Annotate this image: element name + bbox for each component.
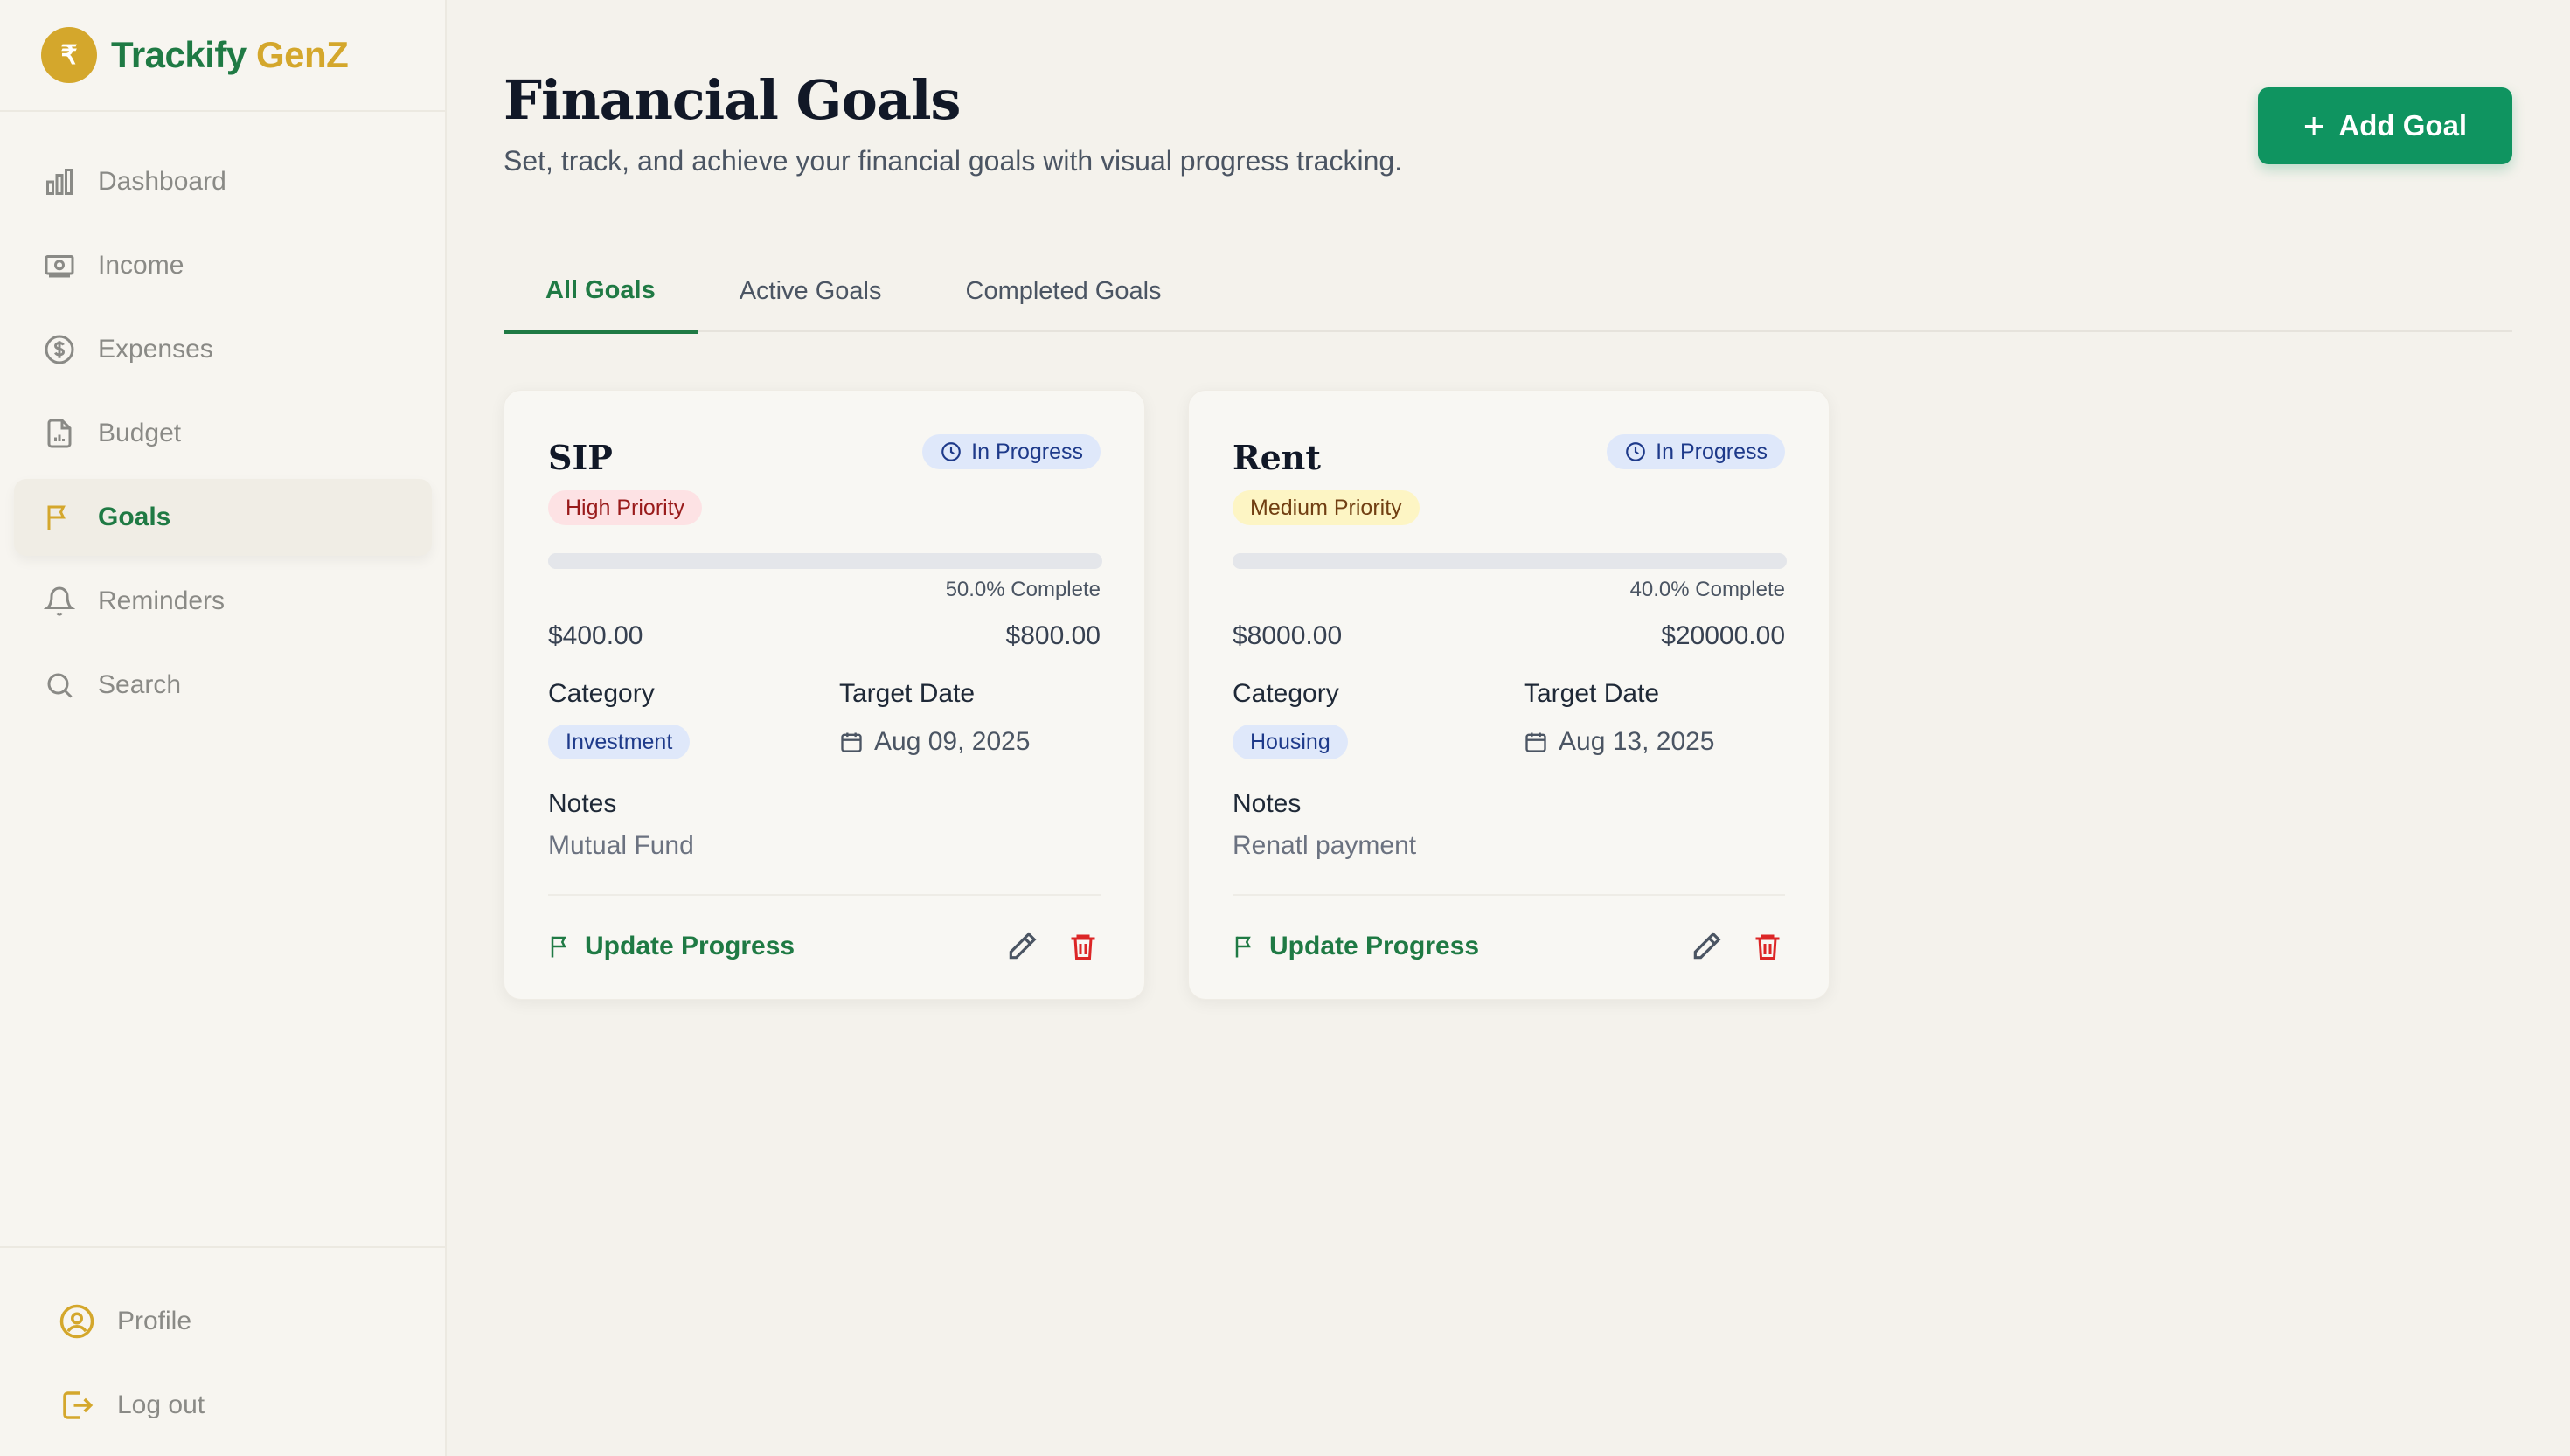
sidebar-item-label: Search [98,670,182,699]
target-date: Aug 09, 2025 [839,725,1031,759]
progress-fill [548,553,825,569]
sidebar-item-budget[interactable]: Budget [14,395,432,472]
sidebar-item-label: Income [98,251,184,280]
category-badge: Investment [548,725,691,759]
notes-value: Mutual Fund [548,831,694,860]
brand-name-part1: Trackify [111,34,247,75]
goal-title: Rent [1233,438,1321,477]
target-date-value: Aug 09, 2025 [874,727,1031,756]
bell-icon [42,584,77,619]
progress-bar [548,553,1102,569]
sidebar-item-label: Budget [98,419,182,447]
bar-chart-icon [42,164,77,199]
add-goal-button[interactable]: + Add Goal [2258,87,2512,164]
pencil-icon [1693,932,1721,960]
sidebar-item-expenses[interactable]: Expenses [14,311,432,388]
calendar-icon [1525,732,1546,752]
tab-active-goals[interactable]: Active Goals [698,250,924,332]
priority-badge: High Priority [548,490,703,525]
trash-icon [1755,934,1780,960]
sidebar-item-reminders[interactable]: Reminders [14,563,432,640]
sidebar-item-label: Dashboard [98,167,226,196]
target-amount: $20000.00 [1661,621,1785,650]
notes-value: Renatl payment [1233,831,1417,860]
sidebar-item-goals[interactable]: Goals [14,479,432,556]
update-progress-label: Update Progress [585,932,795,960]
sidebar-item-income[interactable]: Income [14,227,432,304]
progress-text: 40.0% Complete [1629,578,1785,601]
goal-tabs: All Goals Active Goals Completed Goals [504,250,2512,334]
target-date-label: Target Date [839,679,976,708]
search-icon [42,668,77,703]
notes-label: Notes [548,789,617,818]
status-label: In Progress [971,439,1083,464]
flag-icon [551,936,566,958]
target-amount: $800.00 [1005,621,1101,650]
profile-link[interactable]: Profile [0,1279,445,1363]
logout-label: Log out [117,1390,205,1419]
update-progress-label: Update Progress [1269,932,1480,960]
calendar-icon [841,732,862,752]
priority-badge: Medium Priority [1233,490,1420,525]
edit-button[interactable] [999,924,1045,969]
sidebar-nav: Dashboard Income Expenses Budget Goals R… [14,143,432,731]
add-goal-label: Add Goal [2338,109,2468,142]
brand-name: Trackify GenZ [111,34,349,76]
progress-bar [1233,553,1787,569]
notes-label: Notes [1233,789,1302,818]
sidebar-item-dashboard[interactable]: Dashboard [14,143,432,220]
sidebar: ₹ Trackify GenZ Dashboard Income Expense… [0,0,447,1456]
current-amount: $400.00 [548,621,643,650]
target-date: Aug 13, 2025 [1524,725,1715,759]
card-divider [1233,894,1785,896]
status-badge: In Progress [922,434,1101,469]
update-progress-button[interactable]: Update Progress [1233,920,1479,973]
flag-icon [1235,936,1251,958]
sidebar-item-label: Expenses [98,335,213,364]
banknote-icon [42,248,77,283]
target-date-value: Aug 13, 2025 [1559,727,1715,756]
logout-icon [58,1386,96,1425]
brand-name-part2: GenZ [255,34,349,75]
goal-card: Rent In Progress Medium Priority 40.0% C… [1188,390,1830,1000]
page-subtitle: Set, track, and achieve your financial g… [504,145,1403,177]
dollar-circle-icon [42,332,77,367]
current-amount: $8000.00 [1233,621,1343,650]
pencil-icon [1009,932,1037,960]
target-date-label: Target Date [1524,679,1660,708]
sidebar-bottom: Profile Log out [0,1246,445,1456]
delete-button[interactable] [1060,924,1106,969]
category-label: Category [548,679,655,708]
edit-button[interactable] [1684,924,1729,969]
category-label: Category [1233,679,1339,708]
sidebar-item-search[interactable]: Search [14,647,432,724]
logout-link[interactable]: Log out [0,1363,445,1447]
rupee-logo-icon: ₹ [41,27,97,83]
tab-all-goals[interactable]: All Goals [504,250,698,334]
card-divider [548,894,1101,896]
file-chart-icon [42,416,77,451]
progress-fill [1233,553,1455,569]
brand[interactable]: ₹ Trackify GenZ [0,0,445,112]
update-progress-button[interactable]: Update Progress [548,920,795,973]
page-title: Financial Goals [504,68,961,132]
clock-icon [941,442,961,461]
progress-text: 50.0% Complete [945,578,1101,601]
trash-icon [1071,934,1095,960]
sidebar-item-label: Goals [98,503,171,531]
flag-icon [42,500,77,535]
delete-button[interactable] [1745,924,1790,969]
sidebar-item-label: Reminders [98,586,226,615]
profile-label: Profile [117,1307,192,1335]
tab-completed-goals[interactable]: Completed Goals [924,250,1204,332]
goal-title: SIP [548,438,613,477]
user-circle-icon [58,1302,96,1341]
status-badge: In Progress [1607,434,1785,469]
status-label: In Progress [1656,439,1768,464]
plus-icon: + [2303,105,2325,146]
clock-icon [1626,442,1645,461]
category-badge: Housing [1233,725,1348,759]
goal-card: SIP In Progress High Priority 50.0% Comp… [504,390,1145,1000]
